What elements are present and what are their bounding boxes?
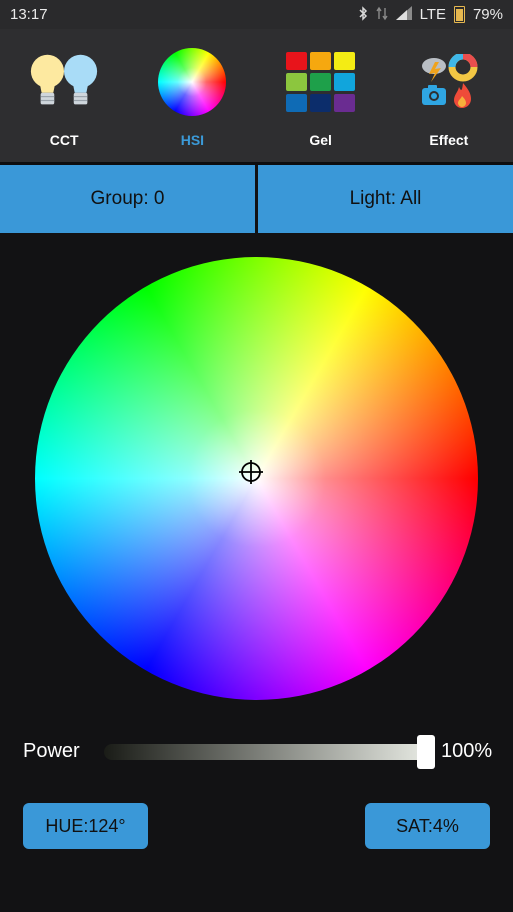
data-arrows-icon bbox=[375, 6, 388, 24]
power-slider-thumb[interactable] bbox=[417, 735, 435, 769]
selector-row: Group: 0 Light: All bbox=[0, 165, 513, 233]
tab-gel-label: Gel bbox=[309, 132, 332, 148]
effects-icon bbox=[412, 49, 486, 115]
crosshair-icon[interactable] bbox=[239, 460, 263, 484]
hue-button[interactable]: HUE:124° bbox=[23, 803, 148, 849]
tab-effect-label: Effect bbox=[429, 132, 469, 148]
tab-cct[interactable]: CCT bbox=[0, 29, 128, 162]
power-slider-track[interactable] bbox=[104, 744, 430, 760]
tab-hsi[interactable]: HSI bbox=[128, 29, 256, 162]
color-wheel-icon bbox=[155, 48, 229, 116]
power-row: Power 100% bbox=[0, 730, 513, 774]
gel-grid-icon bbox=[284, 49, 358, 115]
signal-icon bbox=[395, 6, 412, 23]
battery-percent: 79% bbox=[472, 6, 503, 23]
network-type: LTE bbox=[419, 6, 446, 23]
light-selector-button[interactable]: Light: All bbox=[258, 165, 513, 233]
power-value: 100% bbox=[441, 740, 493, 762]
tab-cct-label: CCT bbox=[49, 132, 79, 148]
group-selector-button[interactable]: Group: 0 bbox=[0, 165, 255, 233]
power-label: Power bbox=[23, 740, 80, 762]
status-time: 13:17 bbox=[10, 6, 48, 23]
bulbs-icon bbox=[27, 49, 101, 115]
status-icons: LTE 79% bbox=[358, 5, 503, 24]
mode-toolbar: CCT HSI Gel Effect bbox=[0, 29, 513, 162]
bluetooth-icon bbox=[358, 5, 368, 24]
tab-effect[interactable]: Effect bbox=[385, 29, 513, 162]
sat-button[interactable]: SAT:4% bbox=[365, 803, 490, 849]
tab-hsi-label: HSI bbox=[180, 132, 205, 148]
battery-icon bbox=[453, 6, 465, 23]
color-wheel[interactable] bbox=[35, 257, 478, 700]
status-bar: 13:17 LTE 79% bbox=[0, 0, 513, 29]
tab-gel[interactable]: Gel bbox=[257, 29, 385, 162]
